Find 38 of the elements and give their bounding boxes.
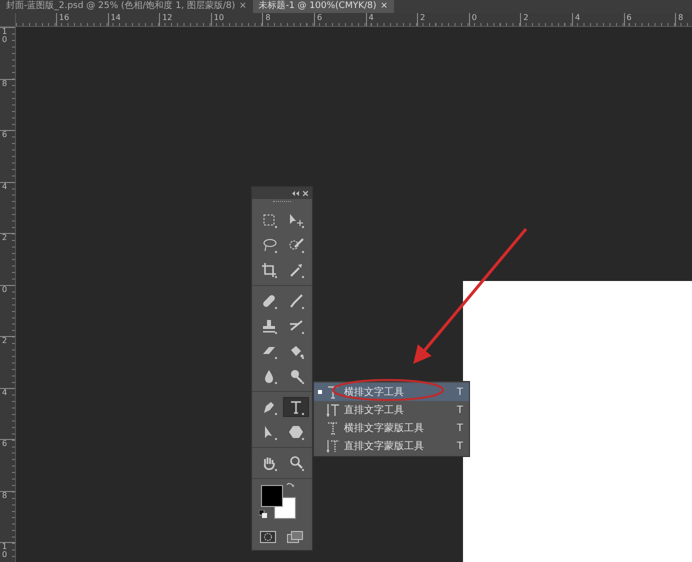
menu-item[interactable]: 直排文字工具 T	[314, 401, 469, 419]
ruler-label: 4	[1, 182, 8, 190]
panel-grip[interactable]	[273, 200, 291, 204]
move-tool-icon	[288, 212, 304, 228]
ruler-label: 10	[1, 28, 8, 44]
tool-button[interactable]	[282, 397, 308, 417]
ruler-label: 2	[1, 337, 8, 345]
document-tab[interactable]: 未标题-1 @ 100%(CMYK/8) ×	[252, 0, 394, 13]
type-icon	[326, 385, 340, 399]
type-icon	[326, 421, 340, 435]
stamp-tool-icon	[260, 318, 276, 334]
history-brush-tool-icon	[288, 318, 304, 334]
shape-tool-icon	[288, 424, 304, 440]
type-icon	[326, 439, 340, 453]
lasso-tool-icon	[260, 237, 276, 253]
ruler-label: 8	[1, 492, 8, 500]
crop-tool-icon	[260, 262, 276, 278]
menu-item[interactable]: 直排文字蒙版工具 T	[314, 437, 469, 455]
ruler-label: 0	[1, 286, 8, 294]
quick-select-tool-icon	[288, 237, 304, 253]
ruler-label: 2	[1, 234, 8, 242]
default-colors-icon[interactable]	[259, 510, 267, 518]
marquee-tool-icon	[260, 212, 276, 228]
ruler-label: 6	[1, 131, 8, 139]
eyedropper-tool-icon	[288, 262, 304, 278]
type-icon	[326, 403, 340, 417]
ruler-label: 8	[1, 80, 8, 88]
ruler-label: 6	[1, 440, 8, 448]
menu-item[interactable]: 横排文字蒙版工具 T	[314, 419, 469, 437]
collapse-icon[interactable]	[292, 190, 299, 196]
brush-tool-icon	[288, 293, 304, 309]
zoom-tool-icon	[288, 455, 304, 471]
screen-mode-icon[interactable]	[287, 531, 304, 544]
quick-mask-icon[interactable]	[260, 531, 276, 543]
close-icon[interactable]	[303, 190, 308, 196]
color-swatches[interactable]	[261, 485, 296, 519]
ruler-label: 10	[1, 543, 8, 559]
ruler-label: 4	[1, 388, 8, 396]
